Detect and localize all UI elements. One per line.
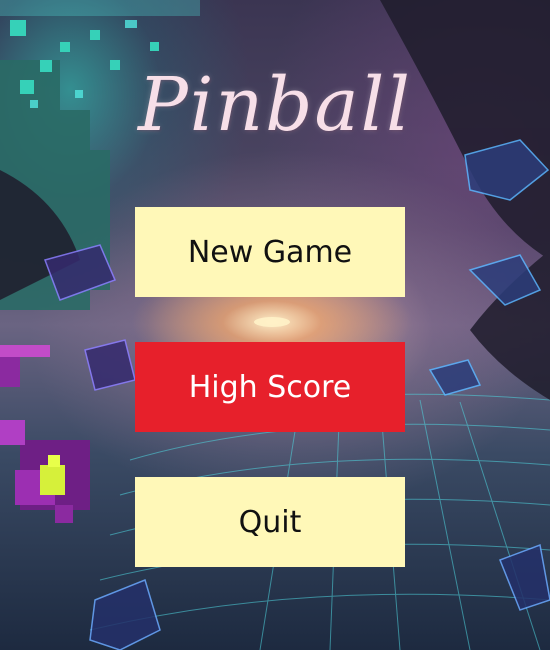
game-title: Pinball (138, 62, 412, 148)
quit-button[interactable]: Quit (135, 477, 405, 567)
high-score-button[interactable]: High Score (135, 342, 405, 432)
new-game-button[interactable]: New Game (135, 207, 405, 297)
